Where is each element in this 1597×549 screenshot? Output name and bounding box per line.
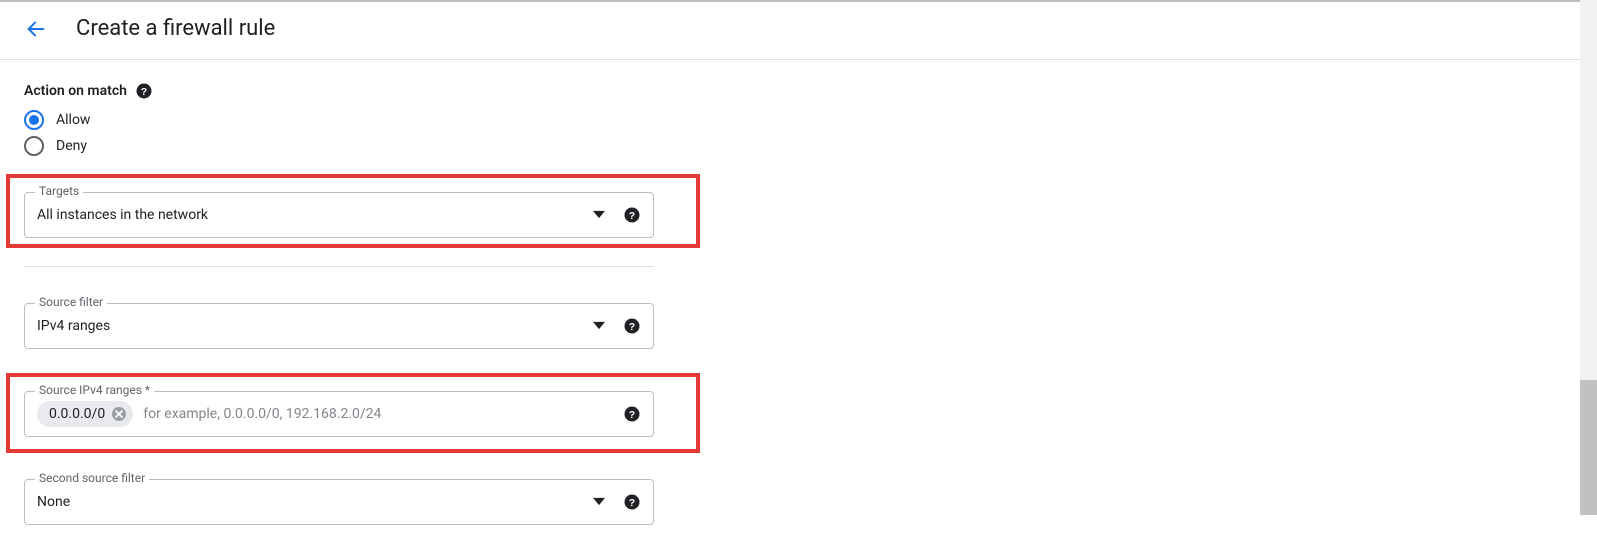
second-source-filter-label: Second source filter bbox=[35, 471, 149, 485]
action-on-match-label: Action on match ? bbox=[24, 82, 656, 100]
ip-range-chip-text: 0.0.0.0/0 bbox=[49, 406, 105, 422]
source-filter-value: IPv4 ranges bbox=[37, 318, 110, 334]
source-ipv4-input[interactable]: Source IPv4 ranges * 0.0.0.0/0 for examp… bbox=[24, 391, 654, 437]
second-source-filter-value: None bbox=[37, 494, 70, 510]
chip-remove-icon[interactable] bbox=[111, 406, 127, 422]
svg-text:?: ? bbox=[141, 86, 147, 98]
second-source-filter-field-wrap: Second source filter None ? bbox=[24, 479, 656, 525]
ip-range-chip: 0.0.0.0/0 bbox=[37, 401, 133, 427]
help-icon[interactable]: ? bbox=[135, 82, 153, 100]
form-content: Action on match ? Allow Deny Targets All… bbox=[0, 60, 680, 549]
targets-label: Targets bbox=[35, 184, 83, 198]
source-ipv4-placeholder: for example, 0.0.0.0/0, 192.168.2.0/24 bbox=[143, 406, 381, 422]
svg-text:?: ? bbox=[629, 210, 635, 222]
source-filter-select[interactable]: Source filter IPv4 ranges ? bbox=[24, 303, 654, 349]
radio-deny[interactable]: Deny bbox=[24, 136, 656, 156]
svg-text:?: ? bbox=[629, 497, 635, 509]
page-title: Create a firewall rule bbox=[76, 16, 275, 41]
back-arrow-icon[interactable] bbox=[24, 17, 48, 41]
radio-button-icon bbox=[24, 110, 44, 130]
source-ipv4-field-wrap: Source IPv4 ranges * 0.0.0.0/0 for examp… bbox=[24, 391, 656, 437]
svg-text:?: ? bbox=[629, 321, 635, 333]
help-icon[interactable]: ? bbox=[623, 493, 641, 511]
second-source-filter-select[interactable]: Second source filter None ? bbox=[24, 479, 654, 525]
source-filter-field-wrap: Source filter IPv4 ranges ? bbox=[24, 303, 656, 349]
radio-allow-label: Allow bbox=[56, 112, 90, 128]
targets-select[interactable]: Targets All instances in the network ? bbox=[24, 192, 654, 238]
action-on-match-text: Action on match bbox=[24, 83, 127, 99]
svg-text:?: ? bbox=[629, 409, 635, 421]
targets-field-wrap: Targets All instances in the network ? bbox=[24, 192, 656, 238]
chevron-down-icon bbox=[593, 206, 605, 225]
help-icon[interactable]: ? bbox=[623, 317, 641, 335]
radio-allow[interactable]: Allow bbox=[24, 110, 656, 130]
radio-button-icon bbox=[24, 136, 44, 156]
chevron-down-icon bbox=[593, 317, 605, 336]
scrollbar-thumb[interactable] bbox=[1580, 380, 1597, 515]
source-filter-label: Source filter bbox=[35, 295, 107, 309]
source-ipv4-label: Source IPv4 ranges * bbox=[35, 383, 154, 397]
radio-deny-label: Deny bbox=[56, 138, 87, 154]
header-bar: Create a firewall rule bbox=[0, 0, 1597, 60]
divider bbox=[24, 266, 654, 267]
targets-value: All instances in the network bbox=[37, 207, 208, 223]
chevron-down-icon bbox=[593, 493, 605, 512]
help-icon[interactable]: ? bbox=[623, 206, 641, 224]
help-icon[interactable]: ? bbox=[623, 405, 641, 423]
